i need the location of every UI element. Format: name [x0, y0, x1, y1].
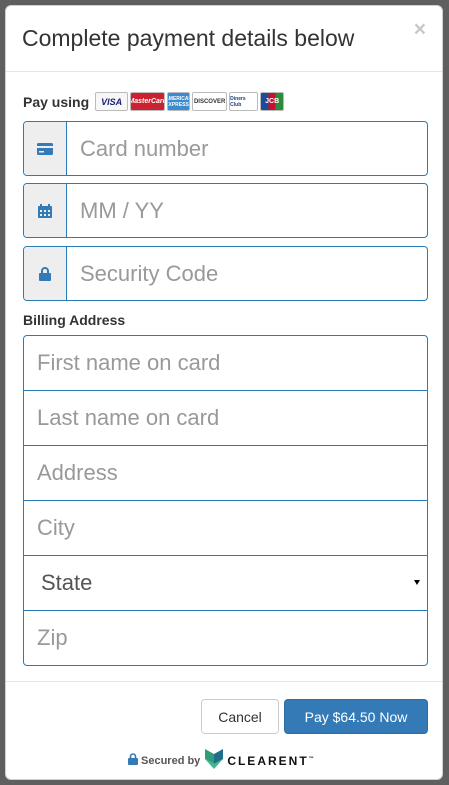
caret-down-icon: [414, 580, 420, 585]
jcb-logo-icon: JCB: [260, 92, 285, 111]
card-logos: VISA MasterCard AMERICAN EXPRESS DISCOVE…: [95, 92, 285, 111]
card-number-group: Card number: [23, 121, 428, 176]
clearent-brand: CLEARENT™: [227, 754, 313, 768]
calendar-icon: [24, 184, 67, 237]
address-input[interactable]: Address: [24, 446, 427, 501]
security-code-group: Security Code: [23, 246, 428, 301]
expiry-group: MM / YY: [23, 183, 428, 238]
close-icon[interactable]: ×: [414, 19, 426, 40]
amex-logo-icon: AMERICAN EXPRESS: [167, 92, 191, 111]
footer-divider: [6, 681, 442, 682]
security-code-input[interactable]: Security Code: [67, 247, 427, 300]
lock-icon: [24, 247, 67, 300]
billing-address-label: Billing Address: [23, 312, 126, 328]
city-input[interactable]: City: [24, 501, 427, 556]
state-select-value: State: [41, 570, 93, 595]
pay-using-label: Pay using: [23, 93, 90, 110]
diners-logo-icon: Diners Club: [229, 92, 259, 111]
billing-address-fields: First name on card Last name on card Add…: [23, 335, 428, 666]
expiry-input[interactable]: MM / YY: [67, 184, 427, 237]
zip-input[interactable]: Zip: [24, 611, 427, 665]
card-number-input[interactable]: Card number: [67, 122, 427, 175]
secured-by-text: Secured by: [141, 754, 201, 767]
secure-lock-icon: [128, 753, 138, 768]
state-select[interactable]: State: [24, 556, 427, 611]
pay-now-button[interactable]: Pay $64.50 Now: [284, 699, 428, 734]
modal-title: Complete payment details below: [22, 25, 355, 51]
pay-using: Pay using VISA MasterCard AMERICAN EXPRE…: [23, 92, 285, 111]
trademark-mark: ™: [308, 755, 314, 762]
clearent-logo-icon: [205, 749, 224, 772]
credit-card-icon: [24, 122, 67, 175]
last-name-input[interactable]: Last name on card: [24, 391, 427, 446]
first-name-input[interactable]: First name on card: [24, 336, 427, 391]
clearent-brand-text: CLEARENT: [227, 753, 309, 768]
secured-by: Secured by CLEARENT™: [128, 749, 314, 772]
visa-logo-icon: VISA: [95, 92, 129, 111]
cancel-button[interactable]: Cancel: [201, 699, 279, 734]
mastercard-logo-icon: MasterCard: [130, 92, 166, 111]
discover-logo-icon: DISCOVER: [192, 92, 228, 111]
modal-header: Complete payment details below ×: [6, 6, 442, 72]
payment-modal: Complete payment details below × Pay usi…: [5, 5, 443, 780]
